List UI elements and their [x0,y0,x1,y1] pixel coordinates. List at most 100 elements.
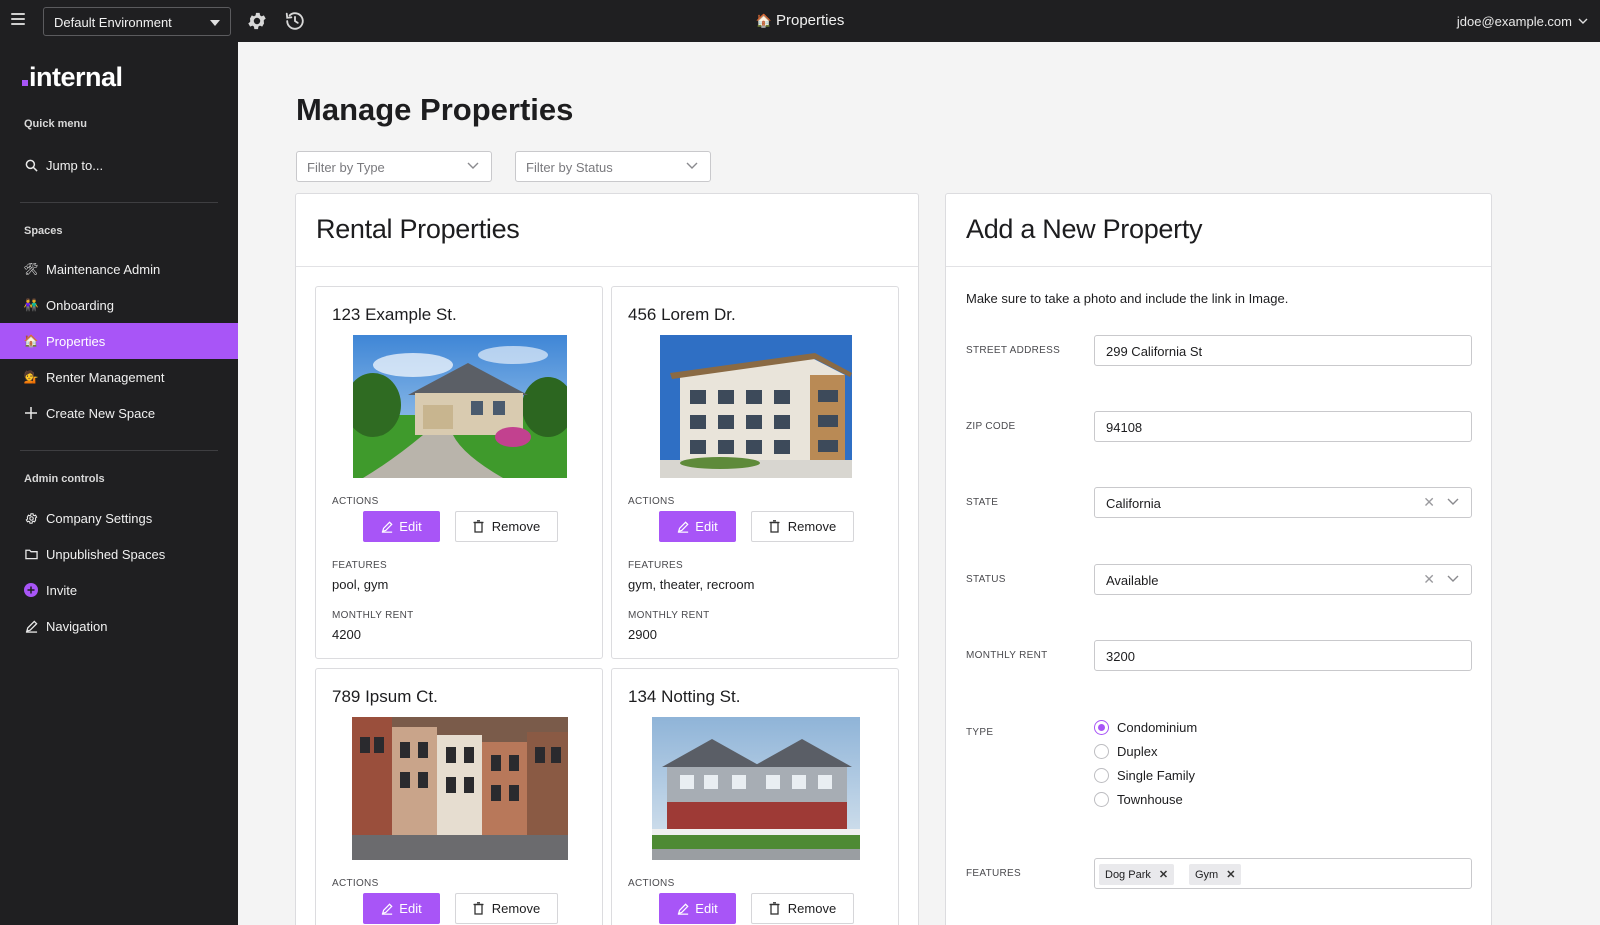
features-value: pool, gym [332,577,389,592]
type-radio-townhouse[interactable]: Townhouse [1094,792,1183,807]
people-emoji-icon: 👫 [23,298,39,312]
sidebar-item-label: Navigation [46,618,108,634]
property-address: 134 Notting St. [628,687,741,706]
monthly-rent-label: MONTHLY RENT [628,610,710,621]
chevron-down-icon[interactable] [1447,575,1459,583]
feature-tag-label: Gym [1195,868,1219,881]
edit-button[interactable]: Edit [363,511,440,542]
property-photo [660,335,852,478]
monthly-rent-input[interactable]: 3200 [1094,640,1472,671]
filter-by-type-select[interactable]: Filter by Type [296,151,492,182]
edit-button[interactable]: Edit [659,893,736,924]
plus-icon [24,406,38,420]
page-context-title: 🏠 Properties [740,12,860,29]
clear-icon[interactable]: ✕ [1423,494,1435,511]
type-radio-single-family[interactable]: Single Family [1094,768,1195,783]
edit-button-label: Edit [399,901,422,916]
property-card: 456 Lorem Dr. ACTIONS Edit Remove FEATUR… [611,286,899,659]
person-tipping-hand-emoji-icon: 💁 [23,370,39,384]
environment-select-value: Default Environment [54,15,172,30]
remove-button[interactable]: Remove [455,893,558,924]
sidebar-item-label: Renter Management [46,369,165,385]
radio-unselected-icon [1094,744,1109,759]
logo[interactable]: internal [22,62,123,93]
actions-label: ACTIONS [332,496,379,507]
street-address-label: STREET ADDRESS [966,345,1061,356]
remove-button[interactable]: Remove [455,511,558,542]
street-address-input[interactable]: 299 California St [1094,335,1472,366]
sidebar-item-label: Onboarding [46,297,114,313]
feature-tag-label: Dog Park [1105,868,1151,881]
chevron-down-icon [686,162,698,169]
sidebar-item-renter-management[interactable]: 💁 Renter Management [0,359,238,395]
hammer-wrench-emoji-icon: 🛠 [23,262,39,276]
top-bar: Default Environment 🏠 Properties jdoe@ex… [0,0,1600,42]
remove-button[interactable]: Remove [751,893,854,924]
sidebar-item-onboarding[interactable]: 👫 Onboarding [0,287,238,323]
edit-button[interactable]: Edit [363,893,440,924]
folder-icon [24,547,38,561]
page-context-title-text: Properties [775,12,845,29]
features-multiselect[interactable]: Dog Park ✕ Gym ✕ [1094,858,1472,889]
monthly-rent-label: MONTHLY RENT [966,650,1048,661]
state-value: California [1106,496,1161,511]
jump-to-button[interactable]: Jump to... [0,147,238,183]
state-label: STATE [966,497,999,508]
sidebar-item-invite[interactable]: Invite [0,572,238,608]
page-title: Manage Properties [296,92,574,127]
gear-icon [24,511,38,525]
form-instructions: Make sure to take a photo and include th… [966,291,1289,306]
zip-code-value: 94108 [1106,420,1143,435]
sidebar-item-navigation[interactable]: Navigation [0,608,238,644]
property-photo [352,717,568,860]
status-select[interactable]: Available ✕ [1094,564,1472,595]
radio-selected-icon [1094,720,1109,735]
edit-button-label: Edit [399,519,422,534]
actions-label: ACTIONS [628,878,675,889]
features-value: gym, theater, recroom [628,577,755,592]
state-select[interactable]: California ✕ [1094,487,1472,518]
actions-label: ACTIONS [332,878,379,889]
sidebar-item-unpublished-spaces[interactable]: Unpublished Spaces [0,536,238,572]
zip-code-input[interactable]: 94108 [1094,411,1472,442]
gear-icon[interactable] [246,10,268,32]
environment-select[interactable]: Default Environment [43,7,231,36]
sidebar-item-maintenance-admin[interactable]: 🛠 Maintenance Admin [0,251,238,287]
edit-button[interactable]: Edit [659,511,736,542]
remove-tag-icon[interactable]: ✕ [1159,868,1168,881]
pencil-icon [678,520,689,533]
filter-by-type-placeholder: Filter by Type [307,160,385,175]
edit-button-label: Edit [695,901,718,916]
feature-tag: Dog Park ✕ [1099,864,1175,885]
remove-tag-icon[interactable]: ✕ [1226,868,1235,881]
hamburger-menu-icon[interactable] [11,13,25,25]
sidebar-item-company-settings[interactable]: Company Settings [0,500,238,536]
property-photo [652,717,860,860]
quick-menu-heading: Quick menu [24,118,87,130]
property-card: 123 Example St. ACTIONS Edit Remove FEAT… [315,286,603,659]
remove-button[interactable]: Remove [751,511,854,542]
remove-button-label: Remove [787,519,837,534]
sidebar-item-properties[interactable]: 🏠 Properties [0,323,238,359]
history-icon[interactable] [284,10,306,32]
panel-divider [296,266,918,267]
type-radio-duplex[interactable]: Duplex [1094,744,1157,759]
clear-icon[interactable]: ✕ [1423,571,1435,588]
sidebar-item-label: Properties [46,333,106,349]
type-radio-condominium[interactable]: Condominium [1094,720,1197,735]
property-photo [353,335,567,478]
chevron-down-icon[interactable] [1447,498,1459,506]
feature-tag: Gym ✕ [1189,864,1242,885]
logo-dot [22,80,28,86]
jump-to-label: Jump to... [46,157,104,173]
sidebar-divider [20,450,218,451]
add-property-title: Add a New Property [966,214,1203,244]
user-menu[interactable]: jdoe@example.com [1457,14,1588,29]
create-new-space-button[interactable]: Create New Space [0,395,238,431]
admin-controls-heading: Admin controls [24,473,105,485]
plus-circle-icon [24,583,38,597]
pencil-icon [678,902,689,915]
sidebar-item-label: Unpublished Spaces [46,546,166,562]
add-property-panel: Add a New Property Make sure to take a p… [945,193,1492,925]
filter-by-status-select[interactable]: Filter by Status [515,151,711,182]
